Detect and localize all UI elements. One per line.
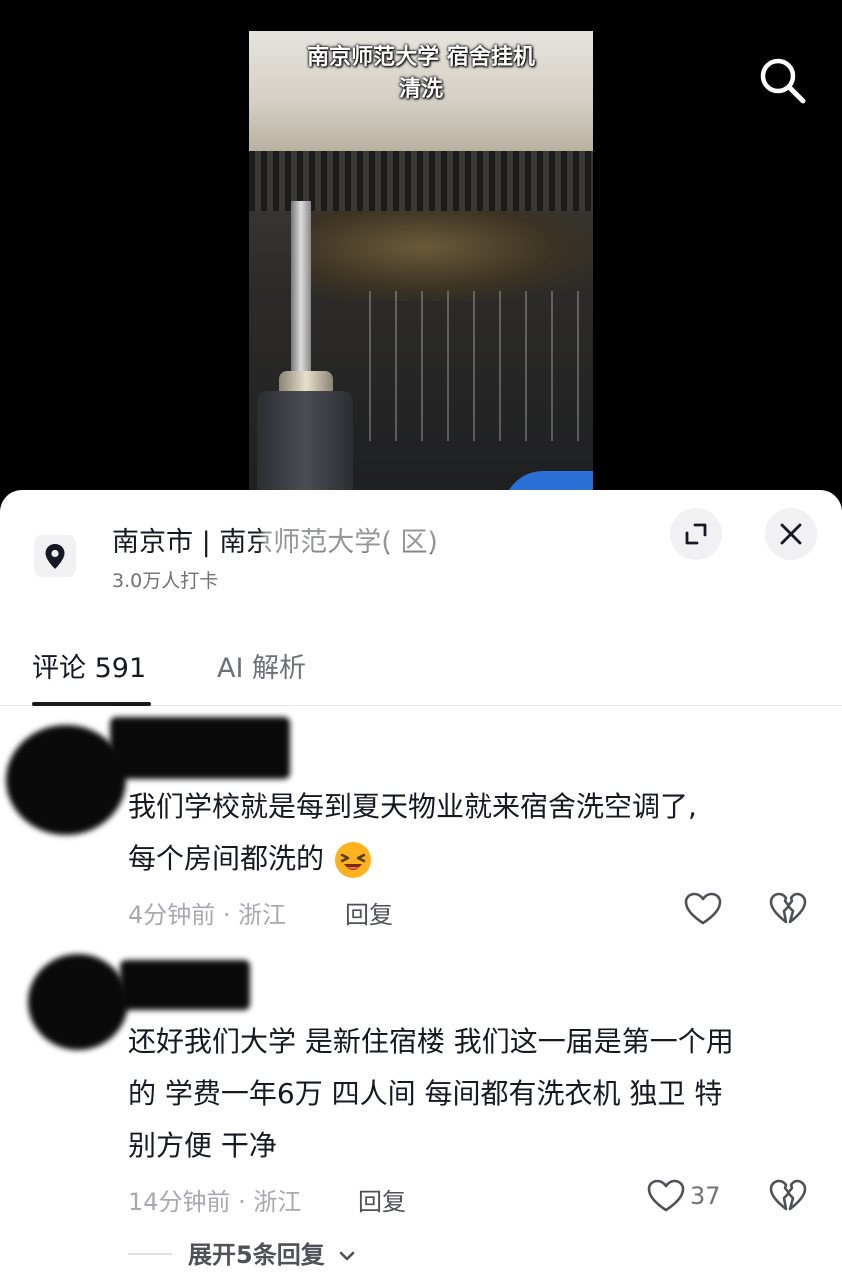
like-button[interactable] (646, 1176, 686, 1216)
broken-heart-icon (769, 1179, 807, 1211)
water-drips (369, 291, 589, 441)
video-caption-line2: 清洗 (398, 77, 443, 102)
comment-meta: 14分钟前 · 浙江 (128, 1188, 302, 1216)
chevron-down-icon (339, 1251, 355, 1261)
search-button[interactable] (754, 52, 810, 108)
heart-icon (647, 1179, 685, 1212)
broken-heart-icon (769, 892, 807, 924)
search-icon (760, 58, 806, 104)
comment-text-line2: 每个房间都洗的 (128, 833, 373, 885)
dislike-button[interactable] (768, 889, 808, 929)
tab-bar: 评论 591 AI 解析 (0, 620, 842, 706)
location-checkins: 3.0万人打卡 (112, 570, 219, 592)
video-player[interactable]: 南京师范大学 宿舍挂机 清洗 (0, 0, 842, 500)
location-redaction (262, 514, 542, 554)
video-caption-line1: 南京师范大学 宿舍挂机 (307, 45, 535, 70)
laughing-crying-emoji-icon (334, 842, 371, 878)
expand-replies-button[interactable]: 展开5条回复 (188, 1235, 357, 1270)
comment-text-line3: 别方便 干净 (128, 1129, 277, 1162)
comment-text-line2-content: 每个房间都洗的 (128, 842, 325, 875)
comment-item: 还好我们大学 是新住宿楼 我们这一届是第一个用 的 学费一年6万 四人间 每间都… (0, 940, 842, 1230)
heart-icon (684, 892, 722, 925)
dislike-button[interactable] (768, 1176, 808, 1216)
comment-item: 我们学校就是每到夏天物业就来宿舍洗空调了, 每个房间都洗的 4分钟前 · 浙江 … (0, 705, 842, 945)
comments-sheet: 南京市 | 南京师范大学( 区) 3.0万人打卡 评论 591 AI 解析 我们… (0, 490, 842, 1279)
comment-text-line2: 的 学费一年6万 四人间 每间都有洗衣机 独卫 特 (128, 1077, 723, 1110)
spray-handle (257, 391, 353, 500)
avatar[interactable] (28, 954, 128, 1050)
comment-text-line1: 我们学校就是每到夏天物业就来宿舍洗空调了, (128, 790, 697, 823)
username-redacted[interactable] (120, 960, 250, 1010)
reply-button[interactable]: 回复 (345, 895, 393, 930)
tab-ai-analysis[interactable]: AI 解析 (217, 646, 306, 685)
expand-replies-label: 展开5条回复 (188, 1241, 325, 1269)
expand-icon (685, 523, 707, 545)
close-button[interactable] (765, 508, 817, 560)
avatar[interactable] (6, 725, 126, 835)
expand-button[interactable] (670, 508, 722, 560)
reply-button[interactable]: 回复 (358, 1182, 406, 1217)
close-icon (780, 523, 802, 545)
expand-replies-divider (128, 1253, 172, 1255)
video-caption: 南京师范大学 宿舍挂机 清洗 (249, 42, 593, 106)
ac-dirt (309, 211, 593, 301)
username-redacted[interactable] (110, 717, 290, 779)
location-pin-icon (34, 535, 76, 577)
location-header[interactable]: 南京市 | 南京师范大学( 区) 3.0万人打卡 (0, 490, 842, 600)
comment-meta: 4分钟前 · 浙江 (128, 901, 287, 929)
like-button[interactable] (683, 889, 723, 929)
tab-comments[interactable]: 评论 591 (32, 646, 146, 685)
comment-text-line1: 还好我们大学 是新住宿楼 我们这一届是第一个用 (128, 1025, 734, 1058)
like-count: 37 (690, 1182, 721, 1210)
